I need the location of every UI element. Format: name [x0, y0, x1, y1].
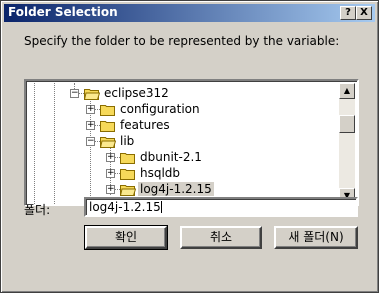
window-title: Folder Selection: [8, 5, 118, 19]
folder-tree[interactable]: − eclipse312 + configuration + features …: [24, 79, 359, 206]
tree-item-label: hsqldb: [140, 166, 181, 180]
instruction-text: Specify the folder to be represented by …: [24, 34, 340, 48]
expand-icon[interactable]: +: [106, 169, 115, 178]
collapse-icon[interactable]: −: [70, 89, 79, 98]
folder-icon: [100, 121, 115, 132]
folder-icon: [120, 153, 135, 164]
expand-icon[interactable]: +: [86, 105, 95, 114]
folder-open-icon: [120, 185, 136, 196]
scroll-thumb[interactable]: [339, 115, 355, 133]
tree-item-label: eclipse312: [104, 86, 169, 100]
ok-button[interactable]: 확인: [84, 225, 168, 250]
new-folder-button[interactable]: 새 폴더(N): [274, 226, 358, 249]
tree-content: − eclipse312 + configuration + features …: [28, 83, 341, 204]
expand-icon[interactable]: +: [106, 153, 115, 162]
folder-icon: [100, 105, 115, 116]
tree-item-label: features: [120, 118, 170, 132]
text-caret: [160, 201, 162, 213]
folder-name-input[interactable]: log4j-1.2.15: [84, 197, 358, 217]
expand-icon[interactable]: +: [86, 121, 95, 130]
folder-icon: [120, 169, 135, 180]
collapse-icon[interactable]: −: [86, 137, 95, 146]
folder-open-icon: [100, 137, 116, 148]
tree-guide-line: [54, 83, 55, 204]
tree-guide-line: [34, 83, 35, 204]
folder-field-label: 폴더:: [24, 203, 51, 217]
folder-name-value: log4j-1.2.15: [89, 200, 161, 214]
close-button[interactable]: X: [356, 6, 372, 20]
vertical-scrollbar[interactable]: ▲ ▼: [339, 83, 355, 204]
expand-icon[interactable]: +: [106, 185, 115, 194]
help-button[interactable]: ?: [340, 6, 356, 20]
tree-item-label: lib: [120, 134, 135, 148]
cancel-button[interactable]: 취소: [180, 226, 262, 249]
tree-item-label: configuration: [120, 102, 200, 116]
tree-item-label: log4j-1.2.15: [138, 182, 214, 196]
title-bar[interactable]: Folder Selection ? X: [4, 4, 375, 22]
tree-item-label: dbunit-2.1: [140, 150, 202, 164]
folder-selection-dialog: Folder Selection ? X Specify the folder …: [0, 0, 379, 293]
folder-open-icon: [84, 89, 100, 100]
scroll-up-icon[interactable]: ▲: [339, 83, 355, 99]
